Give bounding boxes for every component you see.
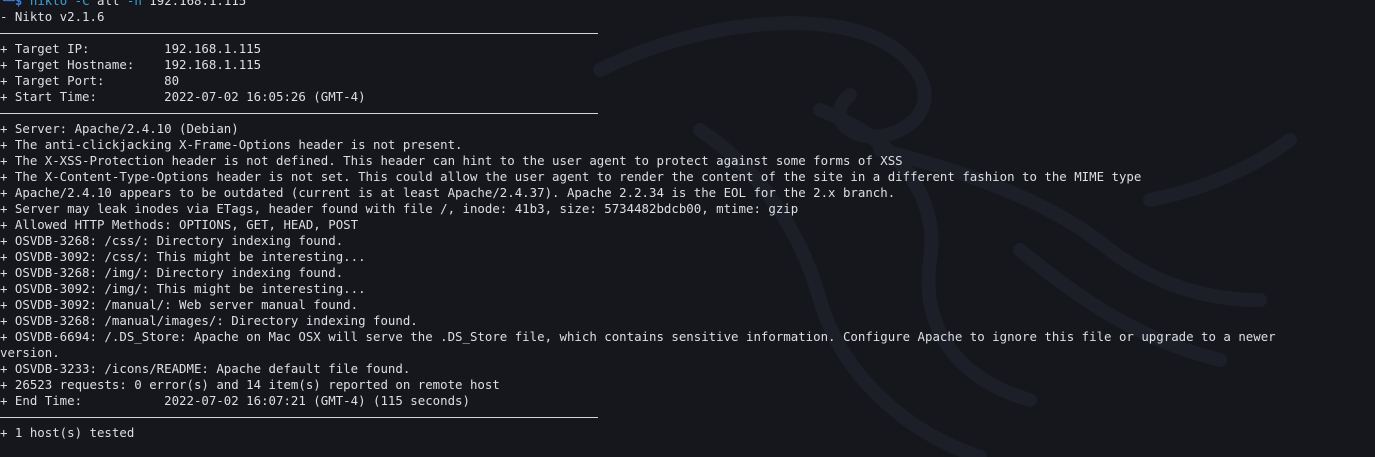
finding-line: + The X-Content-Type-Options header is n… xyxy=(0,169,1142,184)
command-prompt-line: └─$ nikto -C all -h 192.168.1.115 xyxy=(0,0,1375,9)
finding-line: + OSVDB-3268: /img/: Directory indexing … xyxy=(0,265,344,280)
finding-line: + OSVDB-3268: /css/: Directory indexing … xyxy=(0,233,344,248)
command-name: nikto xyxy=(29,0,68,8)
command-flag-h-value: 192.168.1.115 xyxy=(149,0,247,8)
finding-line: + Server: Apache/2.4.10 (Debian) xyxy=(0,121,239,136)
finding-line: + Allowed HTTP Methods: OPTIONS, GET, HE… xyxy=(0,217,359,232)
finding-line-wrapped: version. xyxy=(0,345,60,360)
separator-line xyxy=(0,409,1375,425)
finding-line: + The anti-clickjacking X-Frame-Options … xyxy=(0,137,463,152)
target-info-line: + Target Hostname: 192.168.1.115 xyxy=(0,57,262,72)
target-info-line: + Start Time: 2022-07-02 16:05:26 (GMT-4… xyxy=(0,89,366,104)
terminal-output: └─$ nikto -C all -h 192.168.1.115 - Nikt… xyxy=(0,0,1375,441)
target-info-line: + Target Port: 80 xyxy=(0,73,180,88)
version-line: - Nikto v2.1.6 xyxy=(0,9,105,24)
command-flag-c-value: all xyxy=(97,0,120,8)
prompt-corner: └─ xyxy=(0,0,15,8)
finding-line: + OSVDB-3233: /icons/README: Apache defa… xyxy=(0,361,411,376)
prompt-symbol: $ xyxy=(14,0,23,8)
finding-line: + OSVDB-3268: /manual/images/: Directory… xyxy=(0,313,418,328)
finding-line: + 26523 requests: 0 error(s) and 14 item… xyxy=(0,377,500,392)
end-time-line: + End Time: 2022-07-02 16:07:21 (GMT-4) … xyxy=(0,393,470,408)
finding-line: + The X-XSS-Protection header is not def… xyxy=(0,153,903,168)
target-info-line: + Target IP: 192.168.1.115 xyxy=(0,41,262,56)
terminal-window[interactable]: └─$ nikto -C all -h 192.168.1.115 - Nikt… xyxy=(0,0,1375,457)
finding-line: + Server may leak inodes via ETags, head… xyxy=(0,201,799,216)
finding-line: + OSVDB-3092: /img/: This might be inter… xyxy=(0,281,366,296)
summary-line: + 1 host(s) tested xyxy=(0,425,135,440)
finding-line: + OSVDB-3092: /manual/: Web server manua… xyxy=(0,297,359,312)
command-flag-c: -C xyxy=(74,0,90,8)
separator-line xyxy=(0,105,1375,121)
finding-line: + OSVDB-3092: /css/: This might be inter… xyxy=(0,249,366,264)
separator-line xyxy=(0,25,1375,41)
command-flag-h: -h xyxy=(126,0,142,8)
finding-line: + OSVDB-6694: /.DS_Store: Apache on Mac … xyxy=(0,329,1276,344)
finding-line: + Apache/2.4.10 appears to be outdated (… xyxy=(0,185,896,200)
